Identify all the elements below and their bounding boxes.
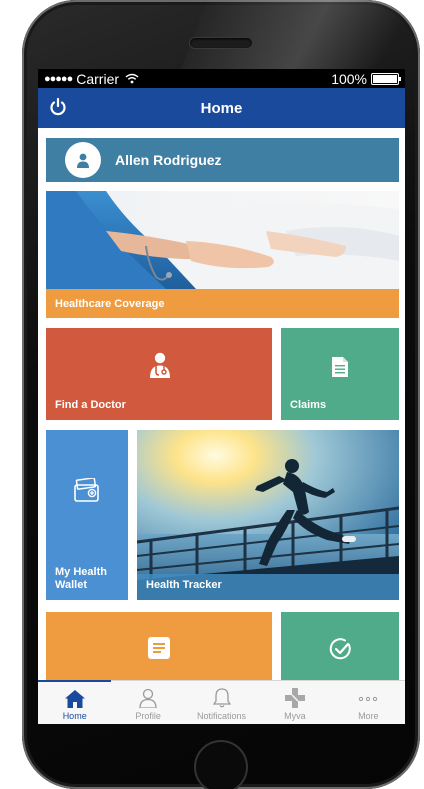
battery-percent: 100% [331, 70, 367, 87]
tile-label: My Health Wallet [55, 566, 107, 591]
tile-label: Health Tracker [146, 579, 222, 591]
status-bar: ●●●●● Carrier 100% [38, 69, 405, 88]
tab-label: Myva [284, 711, 306, 721]
tab-notifications[interactable]: Notifications [185, 681, 258, 724]
user-name: Allen Rodriguez [115, 152, 222, 168]
tab-label: Home [62, 711, 87, 721]
carrier-name: Carrier [76, 70, 120, 87]
person-icon [139, 688, 157, 708]
checklist-tile[interactable] [281, 612, 399, 680]
tile-label: Find a Doctor [55, 399, 126, 411]
orders-tile[interactable] [46, 612, 272, 680]
wallet-icon [74, 478, 99, 502]
tab-label: More [358, 711, 379, 721]
user-icon [77, 153, 89, 168]
health-tracker-tile[interactable]: Health Tracker [137, 430, 399, 600]
profile-bar[interactable]: Allen Rodriguez [46, 138, 399, 182]
tab-more[interactable]: More [332, 681, 405, 724]
hardware-home-button[interactable] [194, 740, 248, 789]
tab-label: Notifications [197, 711, 247, 721]
medical-cross-icon [284, 688, 305, 708]
healthcare-coverage-tile[interactable]: Healthcare Coverage [46, 191, 399, 318]
tab-label: Profile [135, 711, 161, 721]
app-screen: ●●●●● Carrier 100% Home Allen Rodriguez [38, 69, 405, 724]
check-circle-icon [329, 638, 351, 660]
tab-bar: Home Profile Notifications Myva More [38, 680, 405, 724]
dashboard: Allen Rodriguez Healthcare Coverage Find… [38, 128, 405, 680]
home-icon [64, 690, 85, 708]
power-icon[interactable] [48, 97, 68, 117]
page-title: Home [200, 99, 243, 117]
nurse-patient-photo [46, 191, 399, 289]
more-dots-icon [359, 696, 378, 702]
find-a-doctor-tile[interactable]: Find a Doctor [46, 328, 272, 420]
my-health-wallet-tile[interactable]: My Health Wallet [46, 430, 128, 600]
battery-icon [371, 72, 401, 85]
tab-myva[interactable]: Myva [258, 681, 331, 724]
tile-label: Claims [290, 399, 327, 411]
list-document-icon [148, 637, 170, 659]
navigation-bar: Home [38, 88, 405, 128]
signal-dots-icon: ●●●●● [44, 72, 73, 85]
tile-label: Healthcare Coverage [55, 298, 165, 310]
claims-tile[interactable]: Claims [281, 328, 399, 420]
bell-icon [212, 688, 231, 708]
doctor-icon [150, 352, 170, 378]
document-icon [332, 357, 348, 377]
tab-home[interactable]: Home [38, 680, 112, 724]
speaker-grille [190, 38, 252, 48]
wifi-icon [125, 73, 139, 84]
avatar [65, 142, 101, 178]
tab-profile[interactable]: Profile [111, 681, 184, 724]
